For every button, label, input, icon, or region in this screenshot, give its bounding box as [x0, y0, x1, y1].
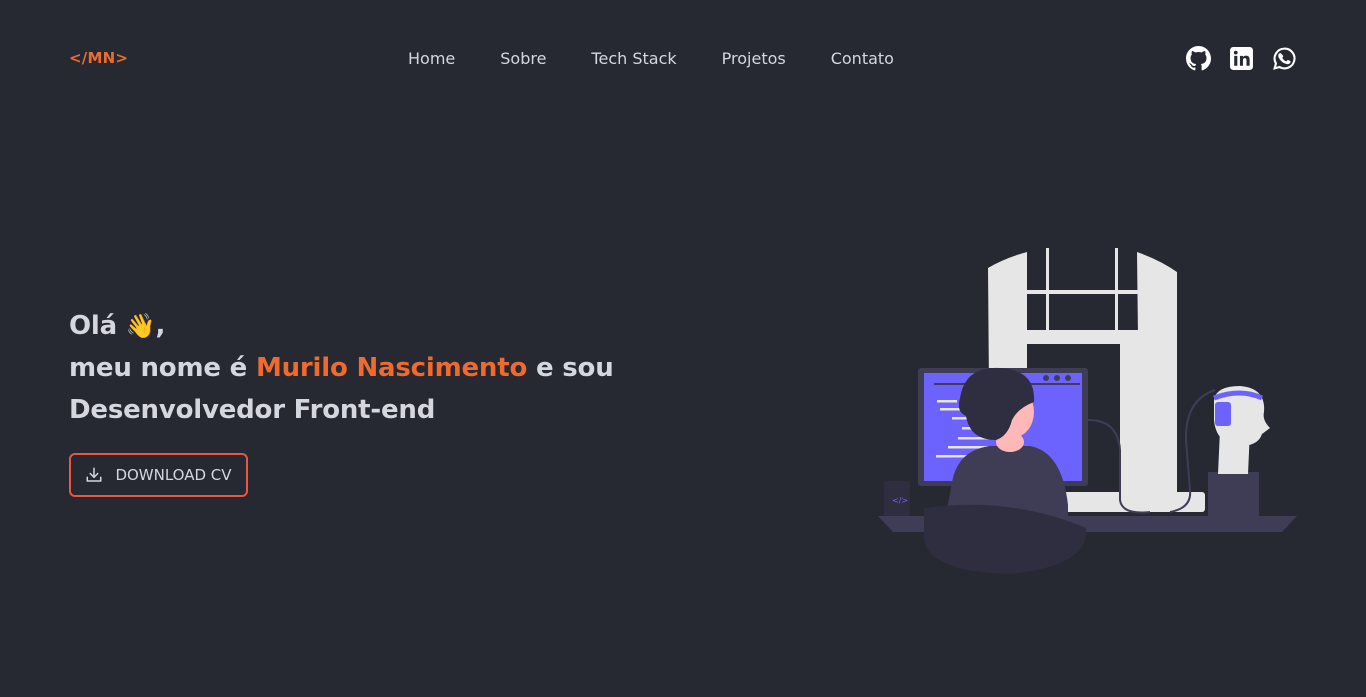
download-cv-label: DOWNLOAD CV — [115, 466, 232, 484]
screen-dot — [1065, 375, 1071, 381]
screen-dot — [1043, 375, 1049, 381]
role-line: Desenvolvedor Front-end — [69, 395, 436, 425]
github-link[interactable] — [1186, 46, 1211, 71]
intro-suffix: e sou — [527, 353, 614, 383]
github-icon — [1186, 46, 1211, 71]
nav-contato[interactable]: Contato — [831, 49, 894, 68]
hero-text: Olá 👋, meu nome é Murilo Nascimento e so… — [69, 305, 689, 431]
sculpture-screen — [1215, 402, 1231, 426]
window-mullion-left — [1046, 248, 1049, 332]
site-logo[interactable]: </MN> — [69, 49, 128, 67]
nav-home[interactable]: Home — [408, 49, 455, 68]
whatsapp-link[interactable] — [1272, 46, 1297, 71]
linkedin-icon — [1230, 47, 1253, 70]
page: </MN> Home Sobre Tech Stack Projetos Con… — [0, 0, 1366, 697]
screen-dot — [1054, 375, 1060, 381]
greeting: Olá — [69, 311, 117, 341]
main-nav: Home Sobre Tech Stack Projetos Contato — [408, 46, 894, 70]
download-cv-button[interactable]: DOWNLOAD CV — [69, 453, 248, 497]
window-top-bar — [1020, 290, 1144, 294]
window-mullion-right — [1115, 248, 1118, 332]
nav-sobre[interactable]: Sobre — [500, 49, 546, 68]
waving-hand-icon: 👋 — [125, 312, 156, 340]
linkedin-link[interactable] — [1229, 46, 1254, 71]
social-links — [1168, 46, 1297, 71]
whatsapp-icon — [1273, 47, 1296, 70]
download-icon — [86, 467, 102, 482]
greeting-suffix: , — [155, 311, 166, 341]
intro-prefix: meu nome é — [69, 353, 256, 383]
nav-projetos[interactable]: Projetos — [722, 49, 786, 68]
mug-logo: </> — [892, 496, 908, 505]
pedestal — [1208, 472, 1259, 516]
window-pillar — [1120, 330, 1148, 510]
developer-name: Murilo Nascimento — [255, 353, 528, 383]
intro-line: meu nome é Murilo Nascimento e sou — [69, 347, 689, 389]
developer-illustration: </> — [878, 248, 1297, 574]
nav-tech-stack[interactable]: Tech Stack — [591, 49, 676, 68]
greeting-line: Olá 👋, — [69, 305, 689, 347]
